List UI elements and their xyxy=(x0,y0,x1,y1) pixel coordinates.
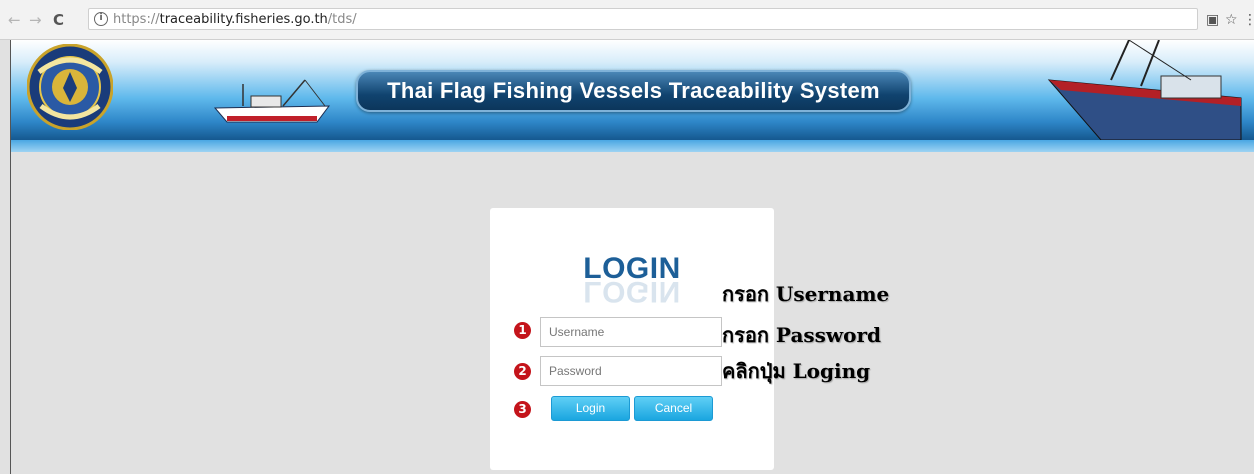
url-text[interactable]: https://traceability.fisheries.go.th/tds… xyxy=(113,12,357,27)
reload-icon[interactable]: C xyxy=(53,12,64,28)
password-input[interactable] xyxy=(540,356,722,386)
step-3-marker: 3 xyxy=(514,401,531,418)
browser-toolbar: ← → C i https://traceability.fisheries.g… xyxy=(0,0,1254,40)
login-button[interactable]: Login xyxy=(551,396,630,421)
fisheries-department-logo xyxy=(27,44,113,130)
url-scheme: https:// xyxy=(113,12,160,27)
translate-icon[interactable]: ▣ xyxy=(1206,12,1219,28)
step-1-instruction: กรอก Username xyxy=(722,282,890,306)
web-page: Thai Flag Fishing Vessels Traceability S… xyxy=(10,40,1254,474)
info-icon[interactable]: i xyxy=(94,12,108,26)
fishing-boat-right-image xyxy=(1047,40,1242,140)
system-title: Thai Flag Fishing Vessels Traceability S… xyxy=(356,70,911,112)
step-1-marker: 1 xyxy=(514,322,531,339)
fishing-boat-left-image xyxy=(213,79,331,123)
forward-arrow-icon[interactable]: → xyxy=(29,12,42,28)
star-icon[interactable]: ☆ xyxy=(1225,12,1238,28)
username-input[interactable] xyxy=(540,317,722,347)
banner-underline xyxy=(11,140,1254,152)
back-arrow-icon[interactable]: ← xyxy=(8,12,21,28)
cancel-button[interactable]: Cancel xyxy=(634,396,713,421)
step-3-instruction: คลิกปุ่ม Loging xyxy=(722,359,871,383)
step-2-marker: 2 xyxy=(514,363,531,380)
header-banner: Thai Flag Fishing Vessels Traceability S… xyxy=(11,40,1254,140)
url-host: traceability.fisheries.go.th xyxy=(159,12,328,27)
address-bar[interactable]: i https://traceability.fisheries.go.th/t… xyxy=(88,8,1198,30)
url-path: /tds/ xyxy=(327,12,357,27)
kebab-menu-icon[interactable]: ⋮ xyxy=(1243,12,1254,28)
step-2-instruction: กรอก Password xyxy=(722,323,881,347)
